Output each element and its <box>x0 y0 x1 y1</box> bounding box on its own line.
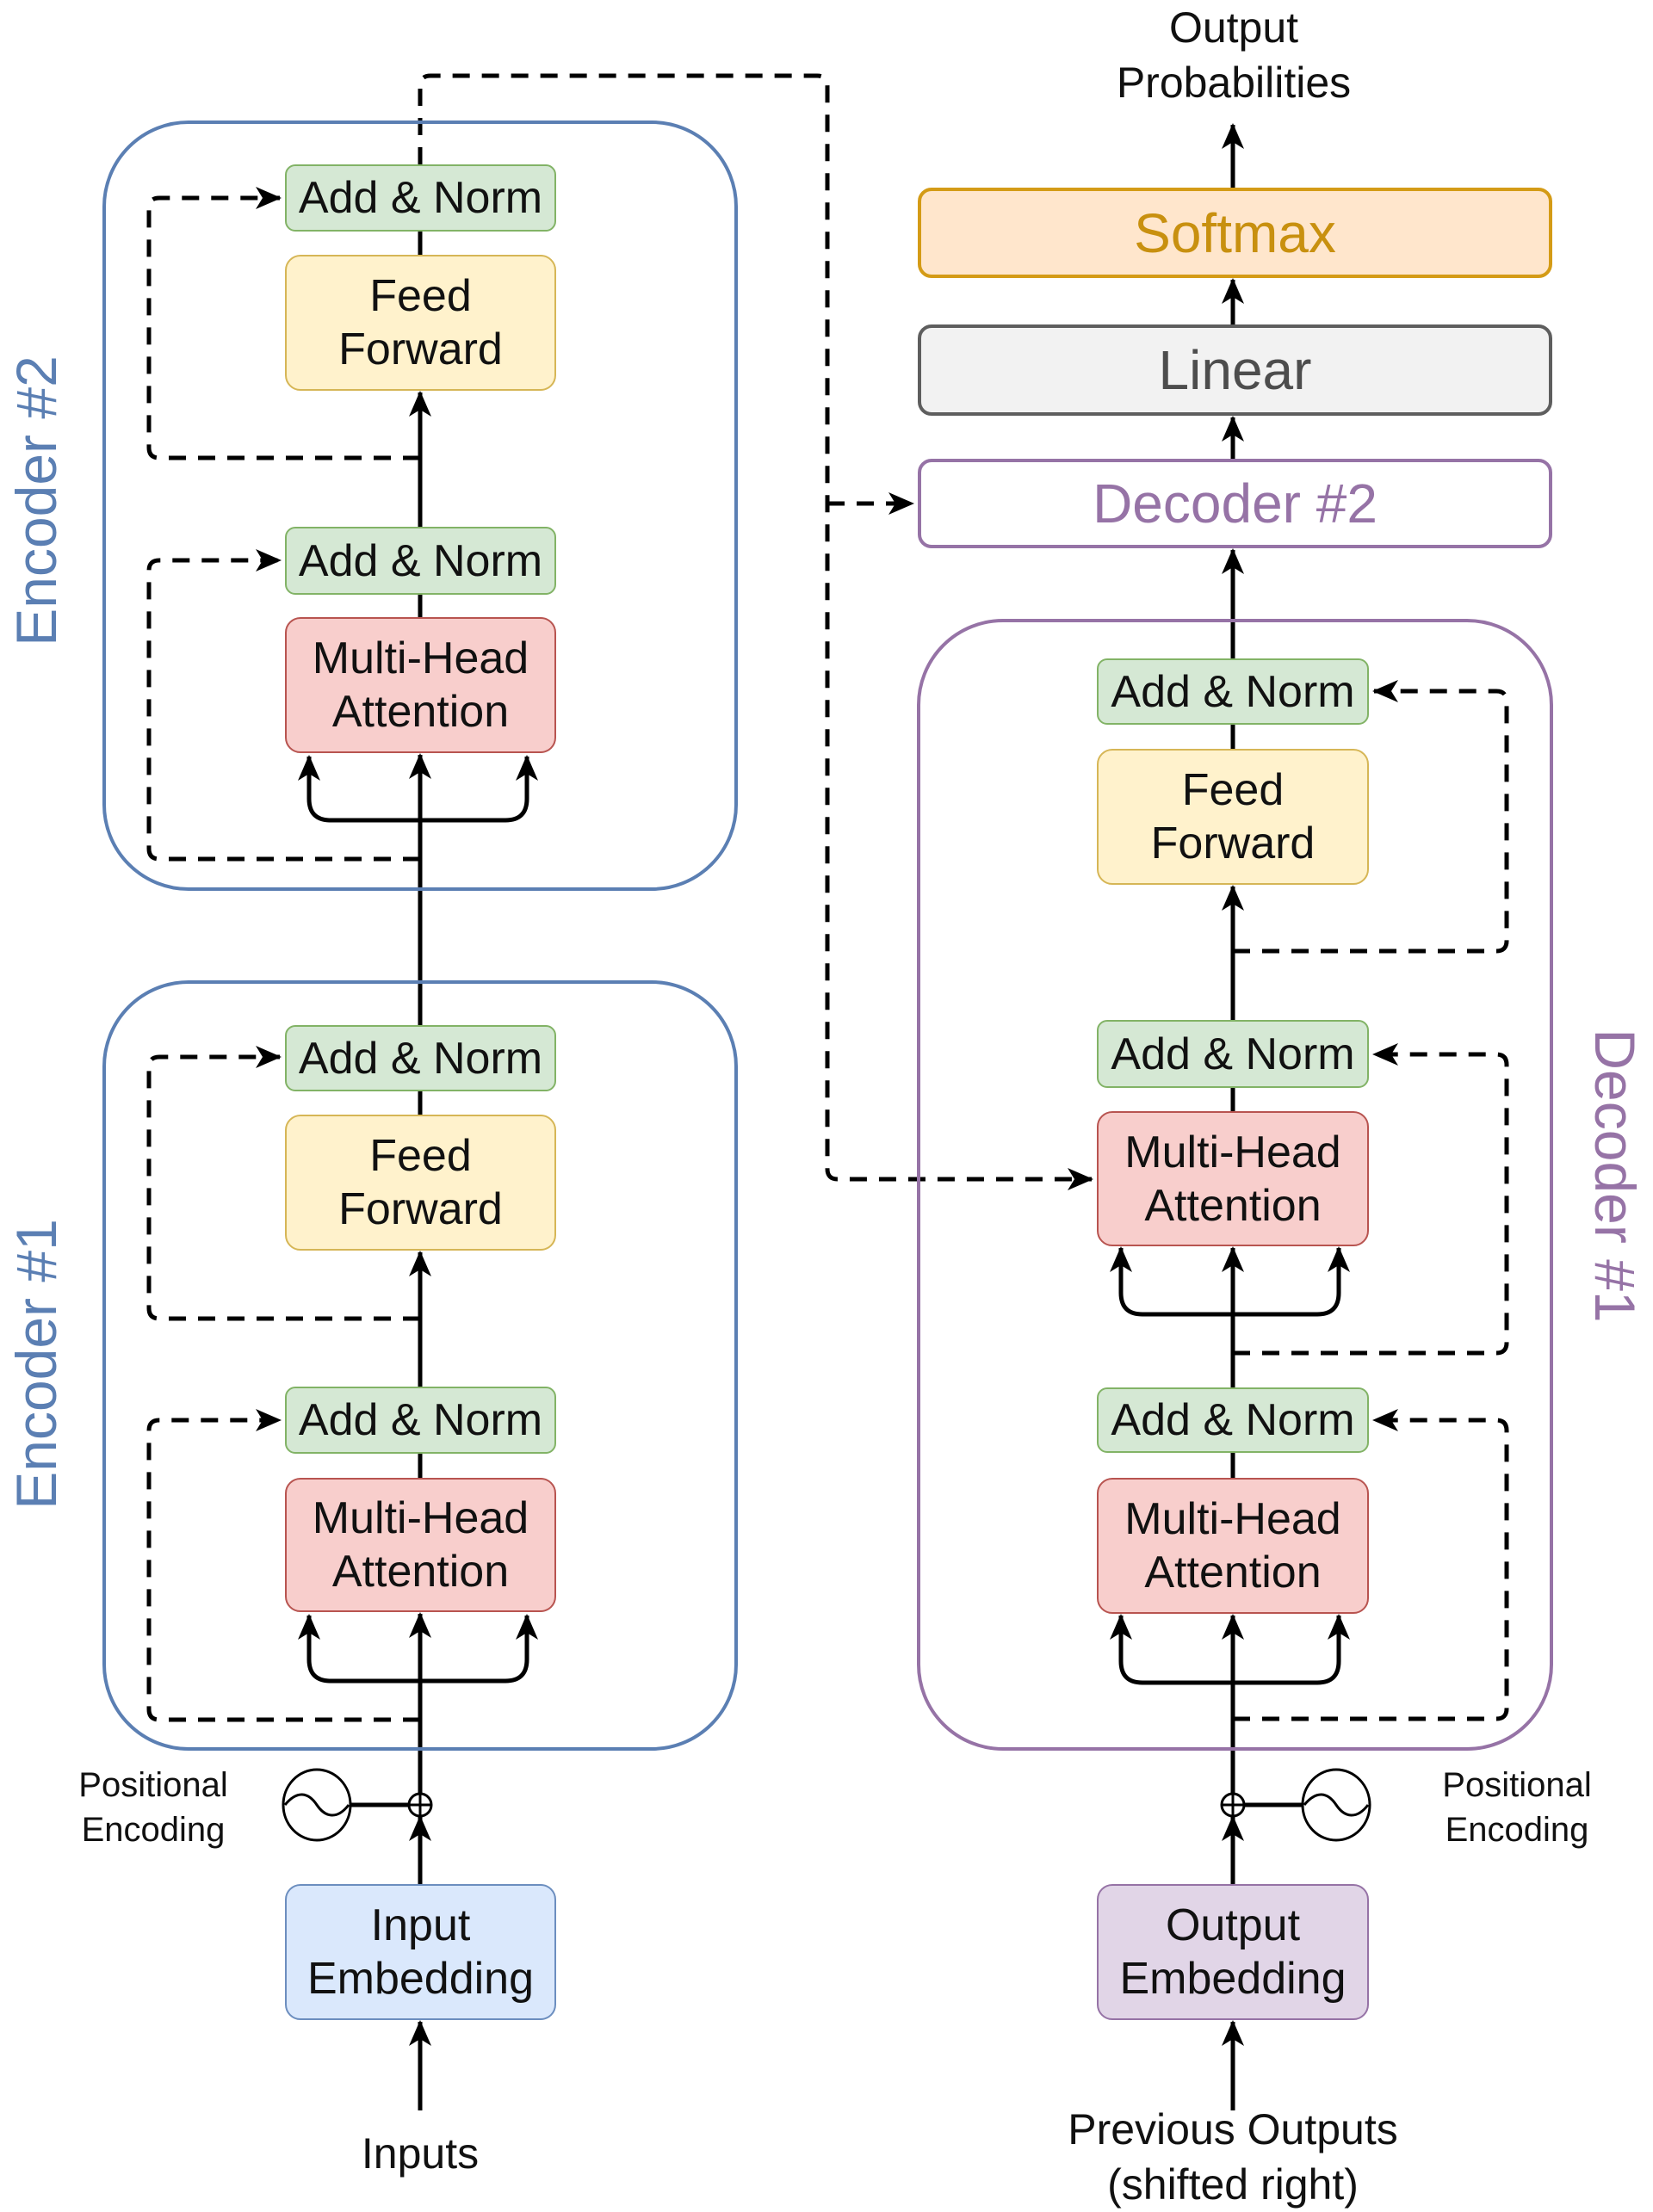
enc2-multi-head-attention[interactable]: Multi-Head Attention <box>285 617 556 753</box>
enc1-add-norm-top[interactable]: Add & Norm <box>285 1025 556 1091</box>
enc2-add-norm-bottom[interactable]: Add & Norm <box>285 527 556 595</box>
decoder-2-block[interactable]: Decoder #2 <box>918 459 1552 548</box>
input-embedding[interactable]: Input Embedding <box>285 1884 556 2020</box>
dec1-add-norm-bottom[interactable]: Add & Norm <box>1097 1387 1369 1453</box>
encoder-1-frame <box>102 980 738 1751</box>
enc1-feed-forward[interactable]: Feed Forward <box>285 1115 556 1251</box>
enc1-add-norm-bottom[interactable]: Add & Norm <box>285 1387 556 1454</box>
output-probabilities-label: Output Probabilities <box>1116 3 1352 107</box>
dec1-feed-forward[interactable]: Feed Forward <box>1097 749 1369 885</box>
previous-outputs-label: Previous Outputs (shifted right) <box>1068 2105 1398 2209</box>
dec1-add-norm-middle[interactable]: Add & Norm <box>1097 1020 1369 1088</box>
enc2-add-norm-top[interactable]: Add & Norm <box>285 164 556 232</box>
inputs-label: Inputs <box>361 2129 480 2178</box>
dec1-self-attention[interactable]: Multi-Head Attention <box>1097 1478 1369 1614</box>
enc-positional-encoding-label: Positional Encoding <box>78 1766 228 1849</box>
dec-positional-encoding-label: Positional Encoding <box>1442 1766 1592 1849</box>
linear-block[interactable]: Linear <box>918 324 1552 416</box>
encoder-2-label: Encoder #2 <box>4 355 68 646</box>
output-embedding[interactable]: Output Embedding <box>1097 1884 1369 2020</box>
enc1-multi-head-attention[interactable]: Multi-Head Attention <box>285 1478 556 1612</box>
softmax-block[interactable]: Softmax <box>918 188 1552 278</box>
decoder-1-label: Decoder #1 <box>1583 1029 1647 1323</box>
encoder-2-frame <box>102 120 738 891</box>
encoder-1-label: Encoder #1 <box>4 1219 68 1510</box>
dec1-cross-attention[interactable]: Multi-Head Attention <box>1097 1111 1369 1246</box>
dec1-add-norm-top[interactable]: Add & Norm <box>1097 658 1369 725</box>
enc2-feed-forward[interactable]: Feed Forward <box>285 255 556 391</box>
